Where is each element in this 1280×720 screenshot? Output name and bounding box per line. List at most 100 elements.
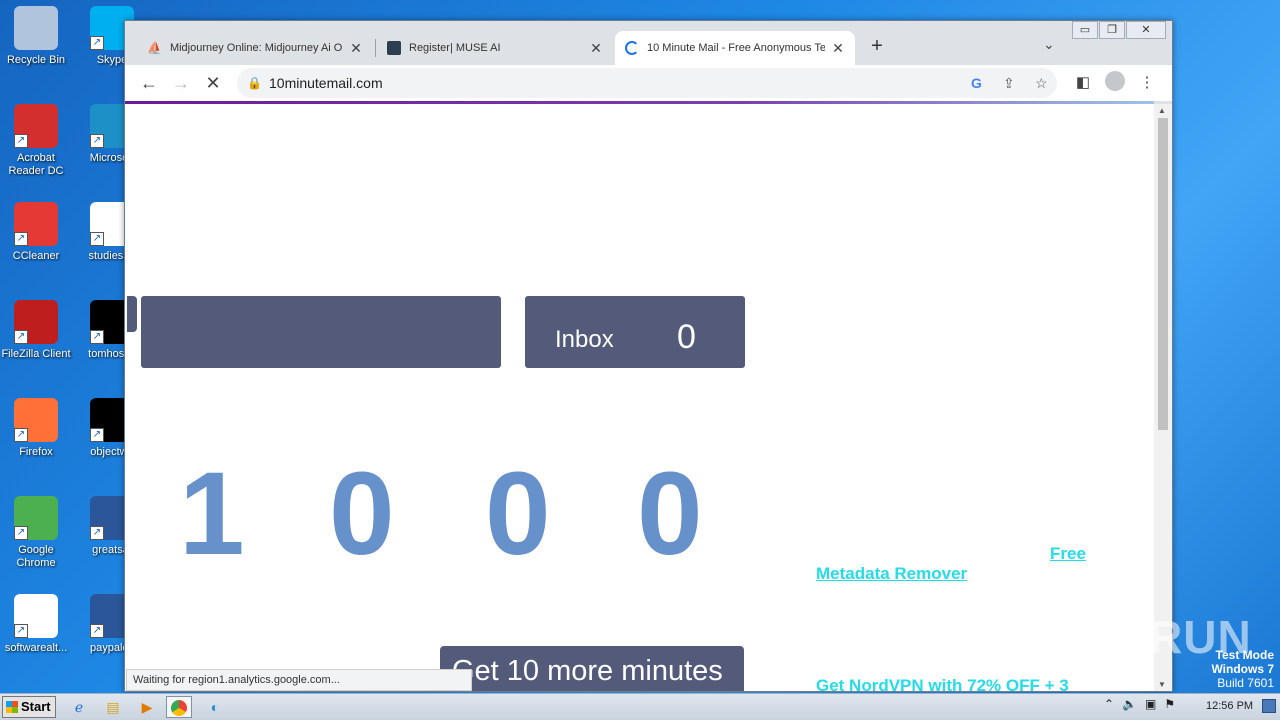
- stop-loading-icon[interactable]: ✕: [201, 71, 225, 95]
- side-panel-icon[interactable]: ◧: [1071, 71, 1095, 95]
- shortcut-arrow-icon: ↗: [90, 428, 104, 442]
- scroll-up-icon[interactable]: ▲: [1158, 106, 1166, 115]
- close-icon[interactable]: ✕: [831, 40, 845, 57]
- test-mode-line: Test Mode: [1215, 648, 1274, 662]
- desktop-icon[interactable]: ↗ Google Chrome: [0, 496, 72, 570]
- start-button[interactable]: Start: [2, 696, 56, 718]
- metadata-remover-link[interactable]: Metadata Remover: [816, 564, 967, 584]
- windows-logo-icon: [6, 701, 18, 713]
- shortcut-arrow-icon: ↗: [14, 526, 28, 540]
- tab-strip: ⛵ Midjourney Online: Midjourney Ai On ✕ …: [125, 21, 1172, 65]
- tab-title: Register| MUSE AI: [409, 42, 501, 54]
- desktop-icon[interactable]: ↗ softwarealt...: [0, 594, 72, 655]
- tray-expand-icon[interactable]: ⌃: [1104, 697, 1114, 711]
- url-text: 10minutemail.com: [269, 75, 383, 91]
- browser-window: ⛵ Midjourney Online: Midjourney Ai On ✕ …: [124, 20, 1173, 692]
- desktop-icon-label: softwarealt...: [4, 642, 68, 654]
- desktop-icon[interactable]: Recycle Bin: [0, 6, 72, 67]
- timer-digit: 1: [179, 448, 245, 580]
- desktop-icon-label: FileZilla Client: [1, 348, 71, 360]
- desktop-icon-label: Acrobat Reader DC: [8, 152, 64, 177]
- minimize-button[interactable]: ▭: [1072, 21, 1098, 39]
- timer-digit: 0: [329, 448, 395, 580]
- shortcut-arrow-icon: ↗: [90, 624, 104, 638]
- shortcut-arrow-icon: ↗: [14, 134, 28, 148]
- tab-separator: [375, 39, 376, 57]
- inbox-counter[interactable]: Inbox 0: [525, 296, 745, 368]
- desktop-icon-label: Recycle Bin: [6, 54, 66, 66]
- shortcut-arrow-icon: ↗: [90, 134, 104, 148]
- file-explorer-icon[interactable]: ▤: [100, 696, 126, 718]
- forward-icon[interactable]: →: [169, 71, 193, 95]
- internet-explorer-icon[interactable]: ℯ: [66, 696, 92, 718]
- test-mode-line: Build 7601: [1217, 676, 1274, 690]
- filezilla-icon: ↗: [14, 300, 58, 344]
- shortcut-arrow-icon: ↗: [90, 36, 104, 50]
- shortcut-arrow-icon: ↗: [14, 624, 28, 638]
- inbox-count: 0: [677, 318, 696, 356]
- edge-taskbar-icon[interactable]: ◐: [202, 696, 228, 718]
- profile-avatar-icon[interactable]: [1103, 71, 1127, 95]
- google-translate-icon[interactable]: G: [971, 68, 982, 98]
- free-link[interactable]: Free: [1050, 544, 1086, 564]
- desktop-icon-label: Firefox: [19, 446, 53, 458]
- share-icon[interactable]: ⇪: [1003, 68, 1015, 98]
- midjourney-icon: ⛵: [147, 41, 162, 55]
- email-address-box[interactable]: [141, 296, 501, 368]
- restore-button[interactable]: ❐: [1099, 21, 1125, 39]
- status-bubble: Waiting for region1.analytics.google.com…: [126, 669, 472, 691]
- muse-icon: [387, 41, 401, 55]
- chrome-taskbar-icon[interactable]: [166, 696, 192, 718]
- window-controls: ▭ ❐ ✕: [1071, 21, 1166, 39]
- blank-file-icon: ↗: [14, 594, 58, 638]
- page-scrollbar[interactable]: ▲ ▼: [1154, 104, 1172, 691]
- network-icon[interactable]: ▣: [1145, 697, 1156, 711]
- system-tray: ⌃ 🔈 ▣ ⚑: [1104, 697, 1175, 711]
- desktop-icon[interactable]: ↗ Acrobat Reader DC: [0, 104, 72, 178]
- nordvpn-link[interactable]: Get NordVPN with 72% OFF + 3: [816, 676, 1069, 691]
- action-center-flag-icon[interactable]: ⚑: [1164, 697, 1175, 711]
- copy-button-edge[interactable]: [127, 296, 137, 332]
- desktop-icon-label: Google Chrome: [16, 544, 56, 569]
- test-mode-line: Windows 7: [1211, 662, 1274, 676]
- taskbar: Start ℯ ▤ ▶ ◐ ⌃ 🔈 ▣ ⚑ 12:56 PM: [0, 693, 1280, 720]
- shortcut-arrow-icon: ↗: [14, 232, 28, 246]
- tab-midjourney[interactable]: ⛵ Midjourney Online: Midjourney Ai On ✕: [137, 31, 373, 65]
- inbox-label: Inbox: [555, 326, 614, 353]
- tab-muse-ai[interactable]: Register| MUSE AI ✕: [377, 31, 613, 65]
- tab-search-dropdown-icon[interactable]: ⌄: [1043, 36, 1055, 53]
- shortcut-arrow-icon: ↗: [90, 330, 104, 344]
- chrome-icon: ↗: [14, 496, 58, 540]
- bookmark-star-icon[interactable]: ☆: [1035, 68, 1048, 98]
- acrobat-icon: ↗: [14, 104, 58, 148]
- lock-icon[interactable]: 🔒: [247, 68, 262, 98]
- clock[interactable]: 12:56 PM: [1206, 700, 1253, 712]
- page-viewport: Inbox 0 1 0 0 0 Free Metadata Remover Ge…: [125, 104, 1154, 691]
- desktop-icon[interactable]: ↗ Firefox: [0, 398, 72, 459]
- close-icon[interactable]: ✕: [589, 40, 603, 57]
- show-desktop-button[interactable]: [1262, 699, 1276, 713]
- close-icon[interactable]: ✕: [349, 40, 363, 57]
- tab-10-minute-mail[interactable]: 10 Minute Mail - Free Anonymous Te ✕: [615, 31, 855, 65]
- get-more-minutes-button[interactable]: Get 10 more minutes: [440, 646, 744, 691]
- shortcut-arrow-icon: ↗: [14, 330, 28, 344]
- back-icon[interactable]: ←: [137, 71, 161, 95]
- new-tab-button[interactable]: +: [865, 35, 889, 58]
- desktop-icon-label: CCleaner: [12, 250, 60, 262]
- menu-kebab-icon[interactable]: ⋮: [1135, 71, 1159, 95]
- recycle-bin-icon: [14, 6, 58, 50]
- scroll-thumb[interactable]: [1158, 118, 1168, 430]
- shortcut-arrow-icon: ↗: [14, 428, 28, 442]
- start-label: Start: [21, 699, 51, 714]
- desktop-icon[interactable]: ↗ CCleaner: [0, 202, 72, 263]
- media-player-icon[interactable]: ▶: [134, 696, 160, 718]
- loading-spinner-icon: [625, 41, 639, 55]
- volume-icon[interactable]: 🔈: [1122, 697, 1137, 711]
- address-bar[interactable]: 🔒 10minutemail.com G ⇪ ☆: [237, 68, 1057, 98]
- tab-title: Midjourney Online: Midjourney Ai On: [169, 42, 343, 54]
- ccleaner-icon: ↗: [14, 202, 58, 246]
- close-window-button[interactable]: ✕: [1126, 21, 1166, 39]
- timer-digit: 0: [485, 448, 551, 580]
- scroll-down-icon[interactable]: ▼: [1158, 680, 1166, 689]
- desktop-icon[interactable]: ↗ FileZilla Client: [0, 300, 72, 361]
